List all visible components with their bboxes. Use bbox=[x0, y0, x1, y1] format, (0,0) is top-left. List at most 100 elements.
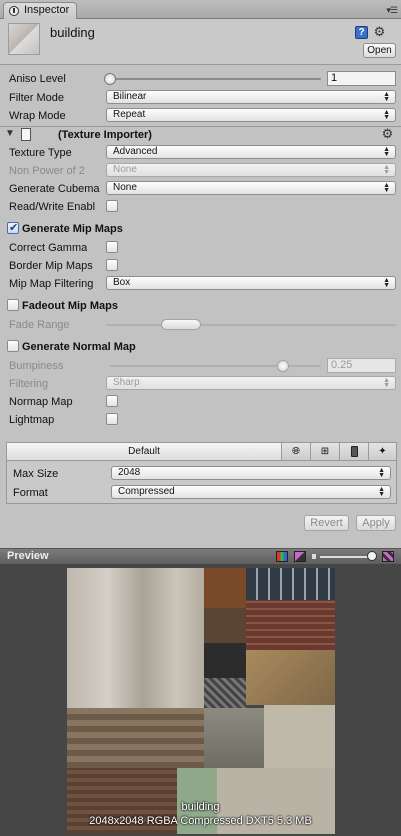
dropdown-arrows-icon: ▲ ▼ bbox=[378, 467, 385, 479]
phone-icon bbox=[350, 446, 358, 457]
fadeout-mip-maps-label: Fadeout Mip Maps bbox=[22, 300, 118, 312]
preview-caption-name: building bbox=[181, 801, 220, 813]
wrap-mode-dropdown[interactable]: Repeat ▲ ▼ bbox=[106, 108, 396, 122]
mip-slider-track[interactable] bbox=[320, 556, 373, 558]
normal-map-checkbox[interactable] bbox=[106, 395, 118, 407]
lightmap-checkbox[interactable] bbox=[106, 413, 118, 425]
rgb-channel-icon[interactable] bbox=[276, 551, 288, 562]
tab-inspector[interactable]: Inspector bbox=[3, 2, 77, 19]
wrap-mode-value: Repeat bbox=[113, 109, 146, 120]
dropdown-arrows-icon: ▲ ▼ bbox=[383, 146, 390, 158]
aniso-level-label: Aniso Level bbox=[9, 73, 66, 85]
mip-slider-knob[interactable] bbox=[367, 551, 377, 561]
windows-icon: ⊞ bbox=[320, 446, 330, 457]
filter-mode-label: Filter Mode bbox=[9, 92, 65, 104]
generate-cubemap-value: None bbox=[113, 182, 137, 193]
fade-range-slider-track[interactable] bbox=[106, 324, 396, 326]
generate-cubemap-label: Generate Cubema bbox=[9, 183, 100, 195]
fade-range-label: Fade Range bbox=[9, 319, 70, 331]
platform-settings-box: Default 🌐︎ ⊞ ✦ Max Size 2048 ▲ ▼ Format Co… bbox=[6, 442, 397, 504]
bumpiness-label: Bumpiness bbox=[9, 360, 64, 372]
globe-icon: 🌐︎ bbox=[292, 446, 300, 457]
info-icon bbox=[9, 6, 19, 16]
dropdown-arrows-icon: ▲ ▼ bbox=[378, 486, 385, 498]
mip-map-filtering-value: Box bbox=[113, 277, 131, 288]
tab-standalone[interactable]: ⊞ bbox=[310, 443, 339, 460]
filtering-dropdown[interactable]: Sharp ▲ ▼ bbox=[106, 376, 396, 390]
format-value: Compressed bbox=[118, 486, 175, 497]
read-write-checkbox[interactable] bbox=[106, 200, 118, 212]
normal-map-label: Normap Map bbox=[9, 396, 73, 408]
document-icon bbox=[21, 128, 31, 141]
texture-type-label: Texture Type bbox=[9, 147, 72, 159]
tab-bar: Inspector ▾☰ bbox=[0, 0, 401, 19]
aniso-level-slider-knob[interactable] bbox=[104, 73, 116, 85]
filter-mode-dropdown[interactable]: Bilinear ▲ ▼ bbox=[106, 90, 396, 104]
platform-tabs: Default 🌐︎ ⊞ ✦ bbox=[7, 443, 396, 461]
tab-web[interactable]: 🌐︎ bbox=[281, 443, 310, 460]
help-icon[interactable]: ? bbox=[355, 26, 368, 39]
lightmap-label: Lightmap bbox=[9, 414, 55, 426]
non-power-of-2-label: Non Power of 2 bbox=[9, 165, 85, 177]
bumpiness-field[interactable]: 0.25 bbox=[327, 358, 396, 373]
filtering-value: Sharp bbox=[113, 377, 140, 388]
alpha-channel-icon[interactable] bbox=[294, 551, 306, 562]
bumpiness-slider-knob[interactable] bbox=[277, 360, 289, 372]
generate-normal-map-label: Generate Normal Map bbox=[22, 341, 136, 353]
tab-iphone[interactable] bbox=[339, 443, 368, 460]
preview-bar: Preview bbox=[0, 548, 401, 564]
fadeout-mip-maps-checkbox[interactable] bbox=[7, 299, 19, 311]
mip-map-filtering-label: Mip Map Filtering bbox=[9, 278, 94, 290]
generate-normal-map-checkbox[interactable] bbox=[7, 340, 19, 352]
format-dropdown[interactable]: Compressed ▲ ▼ bbox=[111, 485, 391, 499]
asset-name: building bbox=[50, 25, 95, 40]
mip-map-filtering-dropdown[interactable]: Box ▲ ▼ bbox=[106, 276, 396, 290]
asset-thumbnail bbox=[8, 23, 40, 55]
texture-type-value: Advanced bbox=[113, 146, 158, 157]
wrap-mode-label: Wrap Mode bbox=[9, 110, 66, 122]
bumpiness-slider-track[interactable] bbox=[110, 365, 321, 367]
dropdown-arrows-icon: ▲ ▼ bbox=[383, 109, 390, 121]
max-size-label: Max Size bbox=[13, 468, 59, 480]
texture-type-dropdown[interactable]: Advanced ▲ ▼ bbox=[106, 145, 396, 159]
foldout-arrow-icon[interactable]: ▼ bbox=[5, 128, 15, 139]
importer-title: (Texture Importer) bbox=[58, 129, 152, 141]
tab-android[interactable]: ✦ bbox=[368, 443, 396, 460]
filter-mode-value: Bilinear bbox=[113, 91, 147, 102]
filtering-label: Filtering bbox=[9, 378, 49, 390]
tab-menu-icon[interactable]: ▾☰ bbox=[386, 5, 398, 16]
correct-gamma-label: Correct Gamma bbox=[9, 242, 88, 254]
open-button[interactable]: Open bbox=[363, 43, 396, 58]
fade-range-slider-thumb[interactable] bbox=[161, 319, 201, 330]
border-mip-maps-label: Border Mip Maps bbox=[9, 260, 93, 272]
dropdown-arrows-icon: ▲ ▼ bbox=[383, 164, 390, 176]
dropdown-arrows-icon: ▲ ▼ bbox=[383, 182, 390, 194]
read-write-label: Read/Write Enabl bbox=[9, 201, 96, 213]
max-size-dropdown[interactable]: 2048 ▲ ▼ bbox=[111, 466, 391, 480]
apply-button[interactable]: Apply bbox=[356, 515, 396, 531]
texture-preview bbox=[67, 568, 335, 834]
non-power-of-2-value: None bbox=[113, 164, 137, 175]
mip-large-icon bbox=[382, 551, 394, 562]
revert-button[interactable]: Revert bbox=[304, 515, 349, 531]
format-label: Format bbox=[13, 487, 48, 499]
generate-cubemap-dropdown[interactable]: None ▲ ▼ bbox=[106, 181, 396, 195]
generate-mip-maps-checkbox[interactable] bbox=[7, 221, 19, 234]
asset-header: building ? ⚙ Open bbox=[0, 19, 401, 65]
divider bbox=[0, 126, 401, 127]
gear-icon[interactable]: ⚙ bbox=[373, 25, 386, 39]
tab-inspector-label: Inspector bbox=[24, 4, 70, 16]
max-size-value: 2048 bbox=[118, 467, 141, 478]
dropdown-arrows-icon: ▲ ▼ bbox=[383, 377, 390, 389]
correct-gamma-checkbox[interactable] bbox=[106, 241, 118, 253]
non-power-of-2-dropdown[interactable]: None ▲ ▼ bbox=[106, 163, 396, 177]
aniso-level-field[interactable]: 1 bbox=[327, 71, 396, 86]
preview-title: Preview bbox=[7, 550, 49, 562]
aniso-level-slider-track[interactable] bbox=[110, 78, 321, 80]
border-mip-maps-checkbox[interactable] bbox=[106, 259, 118, 271]
mip-small-icon bbox=[312, 554, 316, 559]
gear-icon[interactable]: ⚙ bbox=[381, 127, 394, 141]
android-icon: ✦ bbox=[378, 446, 387, 457]
tab-default[interactable]: Default bbox=[7, 443, 281, 460]
generate-mip-maps-label: Generate Mip Maps bbox=[22, 223, 123, 235]
